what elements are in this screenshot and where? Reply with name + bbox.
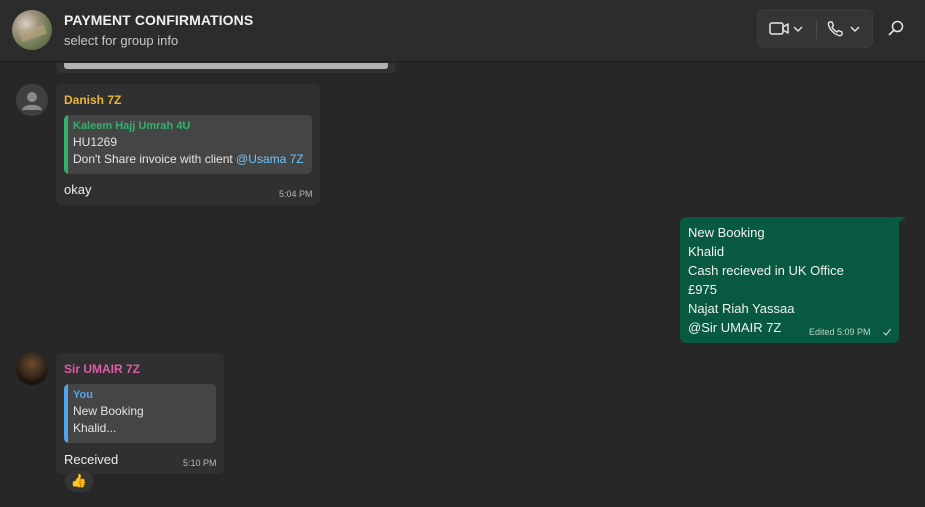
sender-avatar[interactable]	[16, 353, 48, 385]
message-text: okay	[64, 182, 92, 197]
quote-accent-bar	[64, 115, 68, 174]
quote-line: Don't Share invoice with client @Usama 7…	[73, 152, 304, 166]
group-title[interactable]: PAYMENT CONFIRMATIONS	[64, 12, 253, 28]
group-avatar[interactable]	[12, 10, 52, 50]
sender-name[interactable]: Danish 7Z	[64, 93, 121, 107]
quote-line: Khalid...	[73, 421, 117, 435]
search-button[interactable]	[886, 19, 906, 39]
search-icon	[888, 20, 904, 36]
default-user-icon	[22, 92, 42, 110]
mention[interactable]: @Usama 7Z	[236, 152, 304, 166]
message-bubble-incoming[interactable]: Danish 7Z Kaleem Hajj Umrah 4U HU1269 Do…	[56, 84, 320, 205]
call-controls	[757, 9, 873, 48]
quote-author: You	[73, 389, 93, 401]
quote-line: HU1269	[73, 135, 118, 149]
message-list[interactable]: Danish 7Z Kaleem Hajj Umrah 4U HU1269 Do…	[0, 63, 925, 507]
message-bubble-incoming[interactable]: Sir UMAIR 7Z You New Booking Khalid... R…	[56, 353, 224, 474]
message-time: 5:04 PM	[279, 189, 313, 199]
quote-text: Don't Share invoice with client	[73, 152, 237, 166]
group-subtitle[interactable]: select for group info	[64, 33, 178, 48]
quote-accent-bar	[64, 384, 68, 443]
message-line: New Booking	[688, 225, 765, 240]
voice-call-button[interactable]	[826, 19, 866, 39]
bubble-tail	[896, 217, 906, 225]
message-time: Edited 5:09 PM	[809, 327, 871, 337]
sender-name[interactable]: Sir UMAIR 7Z	[64, 362, 140, 376]
video-call-button[interactable]	[768, 19, 808, 39]
chat-header[interactable]: PAYMENT CONFIRMATIONS select for group i…	[0, 0, 925, 62]
call-divider	[816, 20, 817, 39]
quoted-message[interactable]: You New Booking Khalid...	[64, 384, 216, 443]
message-bubble-outgoing[interactable]: New Booking Khalid Cash recieved in UK O…	[680, 217, 899, 343]
video-camera-icon	[769, 22, 803, 35]
phone-icon	[827, 21, 860, 37]
message-text: Received	[64, 452, 119, 467]
next-message-partial	[16, 503, 276, 507]
quote-author: Kaleem Hajj Umrah 4U	[73, 120, 191, 132]
check-icon	[883, 328, 891, 336]
thumbs-up-icon: 👍	[70, 473, 88, 488]
previous-message-partial	[56, 63, 396, 73]
reaction-badge[interactable]: 👍	[64, 469, 94, 493]
message-line: £975	[688, 282, 717, 297]
quoted-message[interactable]: Kaleem Hajj Umrah 4U HU1269 Don't Share …	[64, 115, 312, 174]
sender-avatar[interactable]	[16, 84, 48, 116]
message-time: 5:10 PM	[183, 458, 217, 468]
mention[interactable]: @Sir UMAIR 7Z	[688, 320, 781, 335]
message-line: Khalid	[688, 244, 725, 259]
message-line: Cash recieved in UK Office	[688, 263, 844, 278]
quote-line: New Booking	[73, 404, 144, 418]
message-line: Najat Riah Yassaa	[688, 301, 795, 316]
